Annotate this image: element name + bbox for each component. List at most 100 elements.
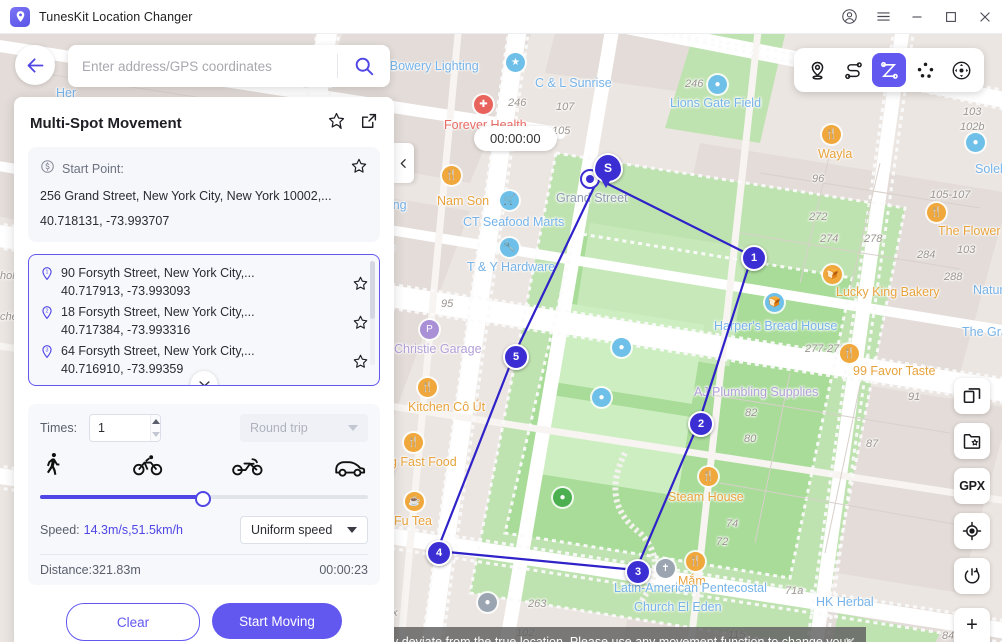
poi-icon-market: 🛒	[500, 191, 519, 210]
window-title: TunesKit Location Changer	[39, 9, 193, 24]
locate-me-icon[interactable]	[954, 513, 990, 549]
poi-icon-bench: ●	[612, 338, 631, 357]
movement-controls: Times: Round trip	[28, 404, 380, 585]
two-spot-route-icon[interactable]	[836, 53, 870, 87]
times-stepper[interactable]	[89, 414, 162, 442]
waypoint-coords: 40.717913, -73.993093	[61, 284, 191, 298]
motorcycle-icon[interactable]	[232, 455, 264, 482]
panel-actions: Clear Start Moving	[14, 603, 394, 641]
waypoint-list[interactable]: 1 90 Forsyth Street, New York City,... 40.…	[28, 254, 380, 386]
times-input[interactable]	[90, 421, 151, 435]
app-window: TunesKit Location Changer A & E Bowery L…	[0, 0, 1002, 642]
poi-icon-tea: ☕	[405, 492, 424, 511]
route-marker-label: S	[603, 161, 612, 175]
speed-mode-label: Uniform speed	[251, 523, 333, 537]
times-label: Times:	[40, 421, 78, 435]
route-marker-4[interactable]: 4	[426, 540, 452, 566]
zoom-controls[interactable]: + −	[954, 608, 990, 642]
start-point-card[interactable]: Start Point: 256 Grand Street, New York …	[28, 147, 380, 242]
minimize-button[interactable]	[900, 0, 934, 33]
waypoint-star-icon[interactable]	[352, 314, 369, 336]
waypoint-star-icon[interactable]	[352, 275, 369, 297]
search-input[interactable]	[68, 58, 337, 74]
times-decrement-button[interactable]	[151, 428, 160, 441]
panel-header: Multi-Spot Movement	[14, 97, 394, 145]
favorites-folder-icon[interactable]	[954, 423, 990, 459]
waypoint-address: 90 Forsyth Street, New York City,...	[61, 266, 255, 280]
poi-icon-wayla: 🍴	[822, 125, 841, 144]
slider-knob[interactable]	[194, 491, 211, 507]
round-trip-select[interactable]: Round trip	[240, 414, 368, 442]
start-point-star-icon[interactable]	[350, 157, 368, 180]
search-icon[interactable]	[338, 45, 390, 87]
poi-icon-parking: P	[420, 320, 439, 339]
route-marker-2[interactable]: 2	[688, 411, 714, 437]
svg-text:2: 2	[46, 309, 49, 315]
single-spot-icon[interactable]	[800, 53, 834, 87]
poi-icon-bakery: 🍞	[765, 293, 784, 312]
waypoint-star-icon[interactable]	[352, 353, 369, 375]
joystick-icon[interactable]	[944, 53, 978, 87]
waypoint-pin-icon: 2	[39, 305, 55, 326]
svg-text:1: 1	[46, 270, 49, 276]
waypoint-coords: 40.717384, -73.993316	[61, 323, 191, 337]
speed-slider[interactable]	[40, 490, 368, 507]
chevron-down-icon	[348, 425, 358, 431]
start-point-coords: 40.718131, -73.993707	[40, 214, 170, 228]
search-bar[interactable]	[68, 45, 390, 87]
multi-spot-route-icon[interactable]	[872, 53, 906, 87]
account-icon[interactable]	[832, 0, 866, 33]
waypoint-row[interactable]: 1 90 Forsyth Street, New York City,... 40.…	[29, 263, 379, 302]
poi-icon-shop: ★	[506, 53, 525, 72]
zoom-in-button[interactable]: +	[954, 608, 990, 642]
waypoint-pin-icon: 3	[39, 344, 55, 365]
walk-icon[interactable]	[42, 452, 63, 482]
clear-button[interactable]: Clear	[66, 603, 200, 641]
waypoint-row[interactable]: 2 18 Forsyth Street, New York City,... 40.…	[29, 302, 379, 341]
close-button[interactable]	[968, 0, 1002, 33]
bicycle-icon[interactable]	[132, 453, 163, 482]
devices-icon[interactable]	[954, 378, 990, 414]
route-marker-5[interactable]: 5	[503, 344, 529, 370]
waypoint-scrollbar[interactable]	[370, 261, 375, 365]
back-button[interactable]	[15, 45, 55, 85]
poi-icon-restaurant: 🍴	[442, 166, 461, 185]
app-logo-icon	[10, 6, 30, 27]
toast-message: y deviate from the true location. Please…	[392, 635, 851, 642]
route-marker-1[interactable]: 1	[741, 245, 767, 271]
map-mode-toolbar[interactable]	[794, 48, 984, 92]
slider-fill	[40, 495, 201, 499]
poi-icon-steamhouse: 🍴	[699, 467, 718, 486]
poi-icon-field: ●	[708, 75, 727, 94]
page-title: Multi-Spot Movement	[30, 114, 182, 132]
poi-icon-playground: ●	[553, 488, 572, 507]
movement-timer: 00:00:00	[474, 126, 557, 151]
waypoint-pin-icon: 1	[39, 266, 55, 287]
times-increment-button[interactable]	[151, 415, 160, 428]
poi-icon-favortaste: 🍴	[840, 344, 859, 363]
deviation-toast: y deviate from the true location. Please…	[380, 627, 866, 642]
external-link-icon[interactable]	[360, 112, 378, 135]
panel-collapse-chevron-left-icon[interactable]	[392, 143, 414, 183]
round-trip-label: Round trip	[250, 421, 308, 435]
maximize-button[interactable]	[934, 0, 968, 33]
start-moving-button[interactable]: Start Moving	[212, 603, 342, 639]
speed-mode-select[interactable]: Uniform speed	[240, 516, 368, 544]
car-icon[interactable]	[334, 457, 366, 482]
multi-spot-panel: Multi-Spot Movement Start Point: 256 Gra…	[14, 97, 394, 642]
toast-close-icon[interactable]: ✕	[844, 635, 856, 642]
route-marker-start[interactable]: S	[593, 153, 623, 188]
gpx-icon[interactable]: GPX	[954, 468, 990, 504]
map-side-toolbar[interactable]: GPX + −	[954, 378, 990, 642]
reset-icon[interactable]	[954, 558, 990, 594]
speed-value: 14.3m/s,51.5km/h	[83, 523, 183, 537]
jump-teleport-icon[interactable]	[908, 53, 942, 87]
star-add-icon[interactable]	[327, 111, 346, 135]
start-point-icon	[40, 159, 55, 179]
menu-icon[interactable]	[866, 0, 900, 33]
svg-text:3: 3	[46, 348, 49, 354]
poi-icon-fastfood: 🍴	[404, 433, 423, 452]
route-marker-3[interactable]: 3	[625, 559, 651, 585]
divider	[40, 554, 368, 555]
poi-icon-church: ✝	[656, 559, 675, 578]
